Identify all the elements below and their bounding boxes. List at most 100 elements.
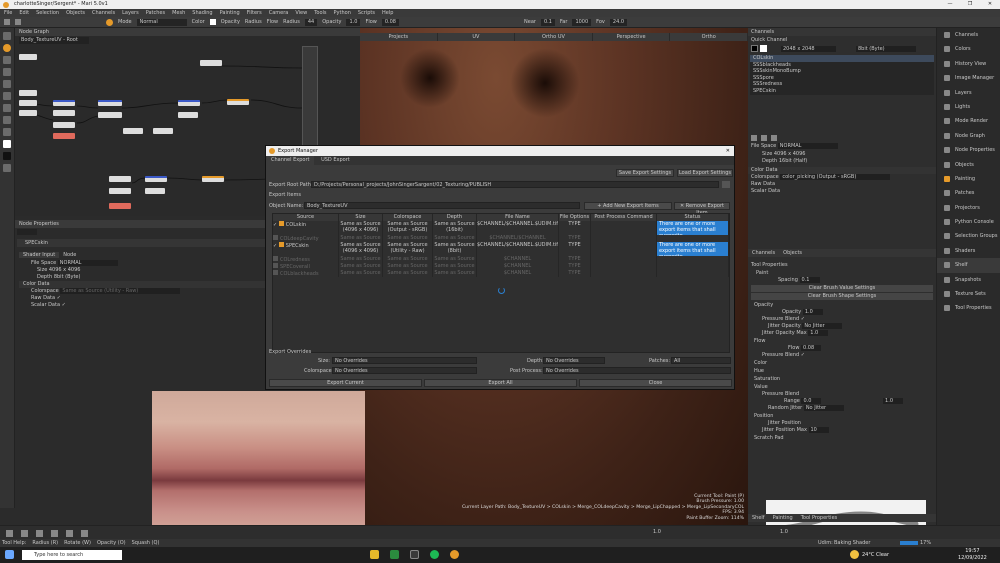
object-name-dropdown[interactable]: Body_TextureUV [304,202,580,209]
windows-start-icon[interactable] [5,550,14,559]
saturation-section[interactable]: Saturation [748,375,936,383]
graph-node[interactable] [153,128,173,134]
graph-node-orange[interactable] [202,176,224,182]
mode-dropdown[interactable]: Normal [136,18,187,26]
color-swatch[interactable] [209,19,216,25]
graph-node[interactable] [200,60,222,66]
override-colorspace-dropdown[interactable]: No Overrides [332,367,477,374]
spotify-icon[interactable] [430,550,439,559]
minimize-button[interactable]: — [940,0,960,9]
tab-channel-export[interactable]: Channel Export [266,156,315,165]
nav-image-manager[interactable]: Image Manager [937,71,1000,85]
graph-node-blue[interactable] [53,100,75,106]
channel-color-black[interactable] [751,45,758,52]
down-arrow-icon[interactable] [36,529,43,537]
menu-patches[interactable]: Patches [146,9,165,17]
bottom-value-a[interactable]: 1.0 [653,529,661,535]
menu-filters[interactable]: Filters [247,9,262,17]
jitter-opacity-max-value[interactable]: 1.0 [808,330,829,336]
radius-field[interactable]: 44 [304,18,318,26]
tp-flow-value[interactable]: 0.08 [801,345,822,351]
taskbar-app-icon[interactable] [410,550,419,559]
tab-usd-export[interactable]: USD Export [316,156,355,165]
taskbar-app-icon[interactable] [370,550,379,559]
tab-objects[interactable]: Objects [779,250,806,256]
scalar-data-checkbox[interactable]: ✓ [62,302,66,308]
tab-perspective[interactable]: Perspective [593,33,671,41]
menu-camera[interactable]: Camera [269,9,289,17]
color-data-header[interactable]: Color Data [23,281,50,287]
cell-source[interactable]: ✓ SPECskin [273,242,339,256]
graph-node[interactable] [145,188,165,194]
random-jitter-value[interactable]: No Jitter [803,405,844,411]
graph-node-red[interactable] [53,133,75,139]
tab-projects[interactable]: Projects [360,33,438,41]
swap-color-icon[interactable] [3,164,11,172]
nav-shaders[interactable]: Shaders [937,244,1000,258]
menu-help[interactable]: Help [382,9,393,17]
nav-layers[interactable]: Layers [937,86,1000,100]
tab-painting[interactable]: Painting [769,515,797,521]
redo-icon[interactable] [15,19,21,25]
color-section[interactable]: Color [748,359,936,367]
graph-node[interactable] [98,112,122,118]
col-file-name[interactable]: File Name [477,214,559,221]
load-export-settings-button[interactable]: Load Export Settings [677,169,733,177]
col-post-process[interactable]: Post Process Command [591,214,657,221]
nav-objects[interactable]: Objects [937,158,1000,172]
range-min[interactable]: 0.0 [801,398,822,404]
graph-node[interactable] [19,54,37,60]
menu-scripts[interactable]: Scripts [358,9,375,17]
nav-node-properties[interactable]: Node Properties [937,143,1000,157]
graph-node[interactable] [19,100,37,106]
graph-node[interactable] [109,176,131,182]
export-current-button[interactable]: Export Current [269,379,422,387]
override-patches-dropdown[interactable]: All [671,357,731,364]
nav-patches[interactable]: Patches [937,186,1000,200]
tab-shelf[interactable]: Shelf [748,515,769,521]
override-postprocess-dropdown[interactable]: No Overrides [543,367,731,374]
table-row[interactable]: ✓ COLskin Same as Source (4096 x 4096) Sam… [273,221,729,235]
nav-lights[interactable]: Lights [937,100,1000,114]
jitter-position-max-value[interactable]: 10 [808,427,829,433]
override-depth-dropdown[interactable]: No Overrides [543,357,605,364]
frame-view-icon[interactable] [66,529,73,537]
rotate-view-icon[interactable] [6,529,13,537]
channel-colorspace-value[interactable]: color_picking (Output - sRGB) [780,174,891,180]
menu-objects[interactable]: Objects [66,9,85,17]
cell-source[interactable]: SPECoverall [273,263,339,270]
table-row[interactable]: COLblackheads Same as Source Same as Sourc… [273,270,729,277]
nav-texture-sets[interactable]: Texture Sets [937,287,1000,301]
table-row[interactable]: COLdeepCavity Same as Source Same as Sourc… [273,235,729,242]
fov-field[interactable]: 24.0 [609,18,628,26]
col-size[interactable]: Size [339,214,383,221]
position-section[interactable]: Position [748,412,936,420]
tab-uv[interactable]: UV [438,33,516,41]
eyedropper-icon[interactable] [3,128,11,136]
menu-layers[interactable]: Layers [122,9,139,17]
menu-tools[interactable]: Tools [314,9,326,17]
col-status[interactable]: Status [657,214,729,221]
spacing-value[interactable]: 0.1 [799,277,820,283]
cell-source[interactable]: COLredness [273,256,339,263]
hue-section[interactable]: Hue [748,367,936,375]
save-export-settings-button[interactable]: Save Export Settings [616,169,674,177]
opacity-section[interactable]: Opacity [748,301,936,309]
taskbar-app-icon[interactable] [390,550,399,559]
quick-channel-size[interactable]: 2048 x 2048 [781,45,836,52]
transform-view-icon[interactable] [81,529,88,537]
col-file-options[interactable]: File Options [559,214,591,221]
table-row[interactable]: COLredness Same as Source Same as Source Sa… [273,256,729,263]
tab-tool-properties[interactable]: Tool Properties [797,515,842,521]
nav-tool-properties[interactable]: Tool Properties [937,301,1000,315]
cell-source[interactable]: COLdeepCavity [273,235,339,242]
close-button[interactable]: Close [579,379,732,387]
tab-channels[interactable]: Channels [748,250,779,256]
tab-ortho[interactable]: Ortho [670,33,748,41]
menu-mesh[interactable]: Mesh [172,9,185,17]
duplicate-channel-icon[interactable] [761,135,767,141]
scratch-pad-section[interactable]: Scratch Pad [748,434,936,442]
add-export-item-button[interactable]: + Add New Export Items [584,202,672,210]
flow-field[interactable]: 0.08 [381,18,399,26]
nav-snapshots[interactable]: Snapshots [937,273,1000,287]
